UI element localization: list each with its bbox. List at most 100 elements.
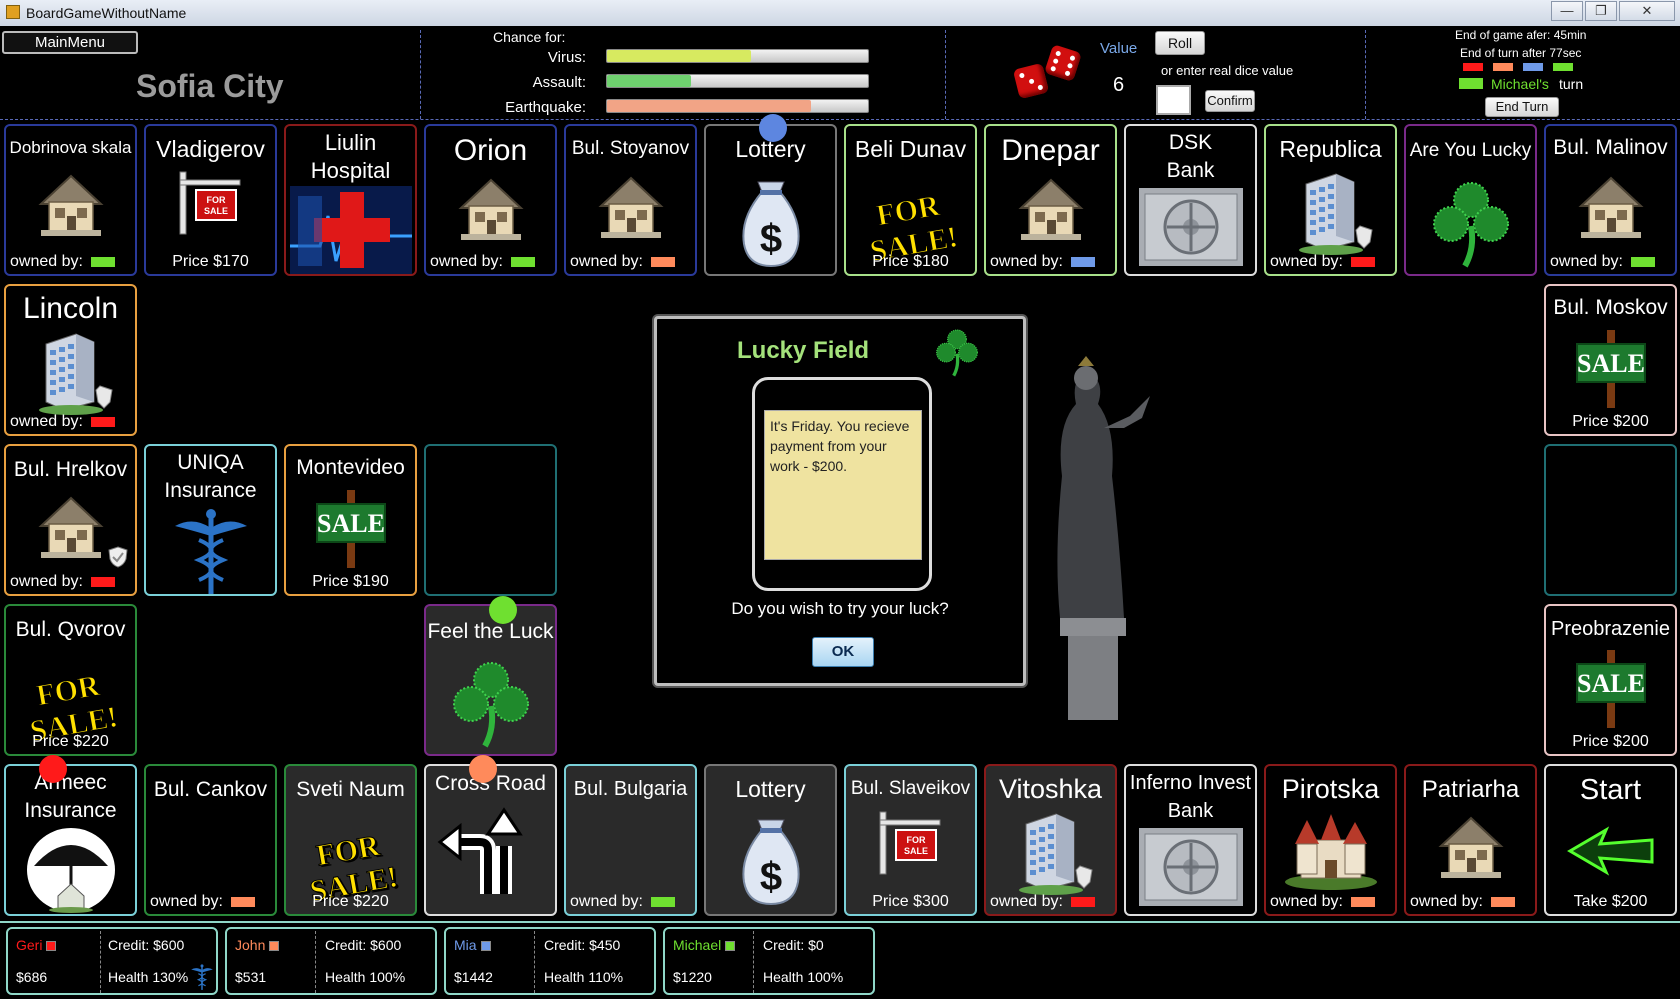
tile-uniqa-insurance[interactable]: UNIQA Insurance (144, 444, 277, 596)
bank-vault-icon (1139, 828, 1243, 906)
tile-name: Patriarha (1421, 776, 1520, 803)
tile-name: Start (1579, 774, 1642, 806)
tile-name: Armeec Insurance (24, 771, 117, 822)
player-name-text: Michael (673, 937, 722, 953)
tile-name: Lottery (735, 776, 806, 802)
tile-liulin-hospital[interactable]: Liulin Hospital (284, 124, 417, 276)
tile-patriarha[interactable]: Patriarha owned by: (1404, 764, 1537, 916)
tile-sveti-naum[interactable]: Sveti Naum FOR SALE! Price $220 (284, 764, 417, 916)
owner-color (650, 896, 675, 907)
tile-name: Inferno Invest Bank (1129, 772, 1252, 822)
owner-color (650, 256, 675, 267)
tile-bul-malinov[interactable]: Bul. Malinov owned by: (1544, 124, 1677, 276)
tile-empty (424, 444, 557, 596)
tile-inferno-invest-bank[interactable]: Inferno Invest Bank (1124, 764, 1257, 916)
owned-by-label: owned by: (10, 573, 83, 590)
end-turn-button[interactable]: End Turn (1485, 97, 1559, 117)
tile-lottery-top[interactable]: Lottery (704, 124, 837, 276)
tile-are-you-lucky[interactable]: Are You Lucky (1404, 124, 1537, 276)
owner-color (1630, 256, 1655, 267)
player-name: Michael (673, 937, 736, 953)
for-sale-sign-icon (874, 810, 948, 876)
sale-sign-icon (1573, 330, 1649, 408)
tile-montevideo[interactable]: Montevideo Price $190 (284, 444, 417, 596)
close-button[interactable]: ✕ (1619, 1, 1675, 21)
insurance-shield-icon (108, 546, 128, 568)
divider (1365, 30, 1366, 119)
tile-start[interactable]: Start Take $200 (1544, 764, 1677, 916)
office-building-icon (1006, 806, 1096, 896)
tile-cross-road[interactable]: Cross Road (424, 764, 557, 916)
dialog-title: Lucky Field (737, 337, 870, 364)
caduceus-icon (190, 963, 214, 991)
player-credit: Credit: $600 (325, 937, 402, 953)
house-icon (1435, 812, 1507, 882)
tile-name: Bul. Qvorov (15, 618, 126, 641)
die-icon (1012, 62, 1050, 100)
value-label: Value (1100, 40, 1138, 57)
turn-arrows-icon (436, 806, 546, 898)
player-pawn-john (469, 755, 497, 783)
player-card-mia: Mia $1442 Credit: $450 Health 110% (444, 927, 656, 995)
tile-owner: owned by: (6, 413, 135, 431)
tile-lincoln[interactable]: Lincoln owned by: (4, 284, 137, 436)
for-sale-banner-icon: FOR SALE! (12, 664, 130, 749)
confirm-button[interactable]: Confirm (1205, 90, 1255, 112)
tile-armeec-insurance[interactable]: Armeec Insurance (4, 764, 137, 916)
player-card-michael: Michael $1220 Credit: $0 Health 100% (663, 927, 875, 995)
tile-beli-dunav[interactable]: Beli Dunav FOR SALE! Price $180 (844, 124, 977, 276)
tile-bul-hrelkov[interactable]: Bul. Hrelkov owned by: (4, 444, 137, 596)
player-name-text: Geri (16, 937, 43, 953)
divider (753, 931, 754, 993)
roll-button[interactable]: Roll (1155, 31, 1205, 55)
tile-lottery-bottom[interactable]: Lottery (704, 764, 837, 916)
player-color-box (269, 941, 280, 952)
house-icon (455, 174, 527, 244)
tile-vitoshka[interactable]: Vitoshka owned by: (984, 764, 1117, 916)
player-credit: Credit: $600 (108, 937, 185, 953)
tile-bul-bulgaria[interactable]: Bul. Bulgaria owned by: (564, 764, 697, 916)
castle-icon (1281, 810, 1381, 890)
tile-name: DSK Bank (1166, 131, 1215, 182)
tile-bul-moskov[interactable]: Bul. Moskov Price $200 (1544, 284, 1677, 436)
tile-owner: owned by: (986, 893, 1115, 911)
minimize-button[interactable]: — (1551, 1, 1583, 21)
tile-owner: owned by: (1406, 893, 1535, 911)
tile-republica[interactable]: Republica owned by: (1264, 124, 1397, 276)
owner-color (230, 896, 255, 907)
tile-dobrinova-skala[interactable]: Dobrinova skala owned by: (4, 124, 137, 276)
app-icon (6, 5, 20, 19)
dice-value-input[interactable] (1156, 85, 1191, 115)
dice-icon[interactable] (1012, 44, 1086, 102)
owned-by-label: owned by: (1270, 893, 1343, 910)
divider (0, 921, 1680, 923)
tile-bul-qvorov[interactable]: Bul. Qvorov FOR SALE! Price $220 (4, 604, 137, 756)
tile-dsk-bank[interactable]: DSK Bank (1124, 124, 1257, 276)
tile-empty (1544, 444, 1677, 596)
house-icon (35, 492, 107, 562)
tile-bul-stoyanov[interactable]: Bul. Stoyanov owned by: (564, 124, 697, 276)
tile-bul-slaveikov[interactable]: Bul. Slaveikov Price $300 (844, 764, 977, 916)
assault-bar (606, 74, 869, 88)
tile-vladigerov[interactable]: Vladigerov Price $170 (144, 124, 277, 276)
tile-pirotska[interactable]: Pirotska owned by: (1264, 764, 1397, 916)
owned-by-label: owned by: (570, 253, 643, 270)
hospital-cross-icon (290, 186, 412, 274)
divider (100, 931, 101, 993)
tile-feel-the-luck[interactable]: Feel the Luck (424, 604, 557, 756)
house-icon (1575, 172, 1647, 242)
ok-button[interactable]: OK (812, 637, 874, 667)
tile-name: Vitoshka (998, 774, 1103, 804)
divider (315, 931, 316, 993)
window-title: BoardGameWithoutName (26, 5, 187, 21)
tile-name: Bul. Slaveikov (850, 778, 971, 799)
player-color-box (46, 941, 57, 952)
tile-name: Republica (1279, 136, 1382, 162)
maximize-button[interactable]: ❐ (1585, 1, 1617, 21)
tile-bul-cankov[interactable]: Bul. Cankov owned by: (144, 764, 277, 916)
tile-orion[interactable]: Orion owned by: (424, 124, 557, 276)
tile-dnepar[interactable]: Dnepar owned by: (984, 124, 1117, 276)
main-menu-button[interactable]: MainMenu (2, 31, 138, 54)
tile-preobrazenie[interactable]: Preobrazenie Price $200 (1544, 604, 1677, 756)
owner-color (1350, 896, 1375, 907)
